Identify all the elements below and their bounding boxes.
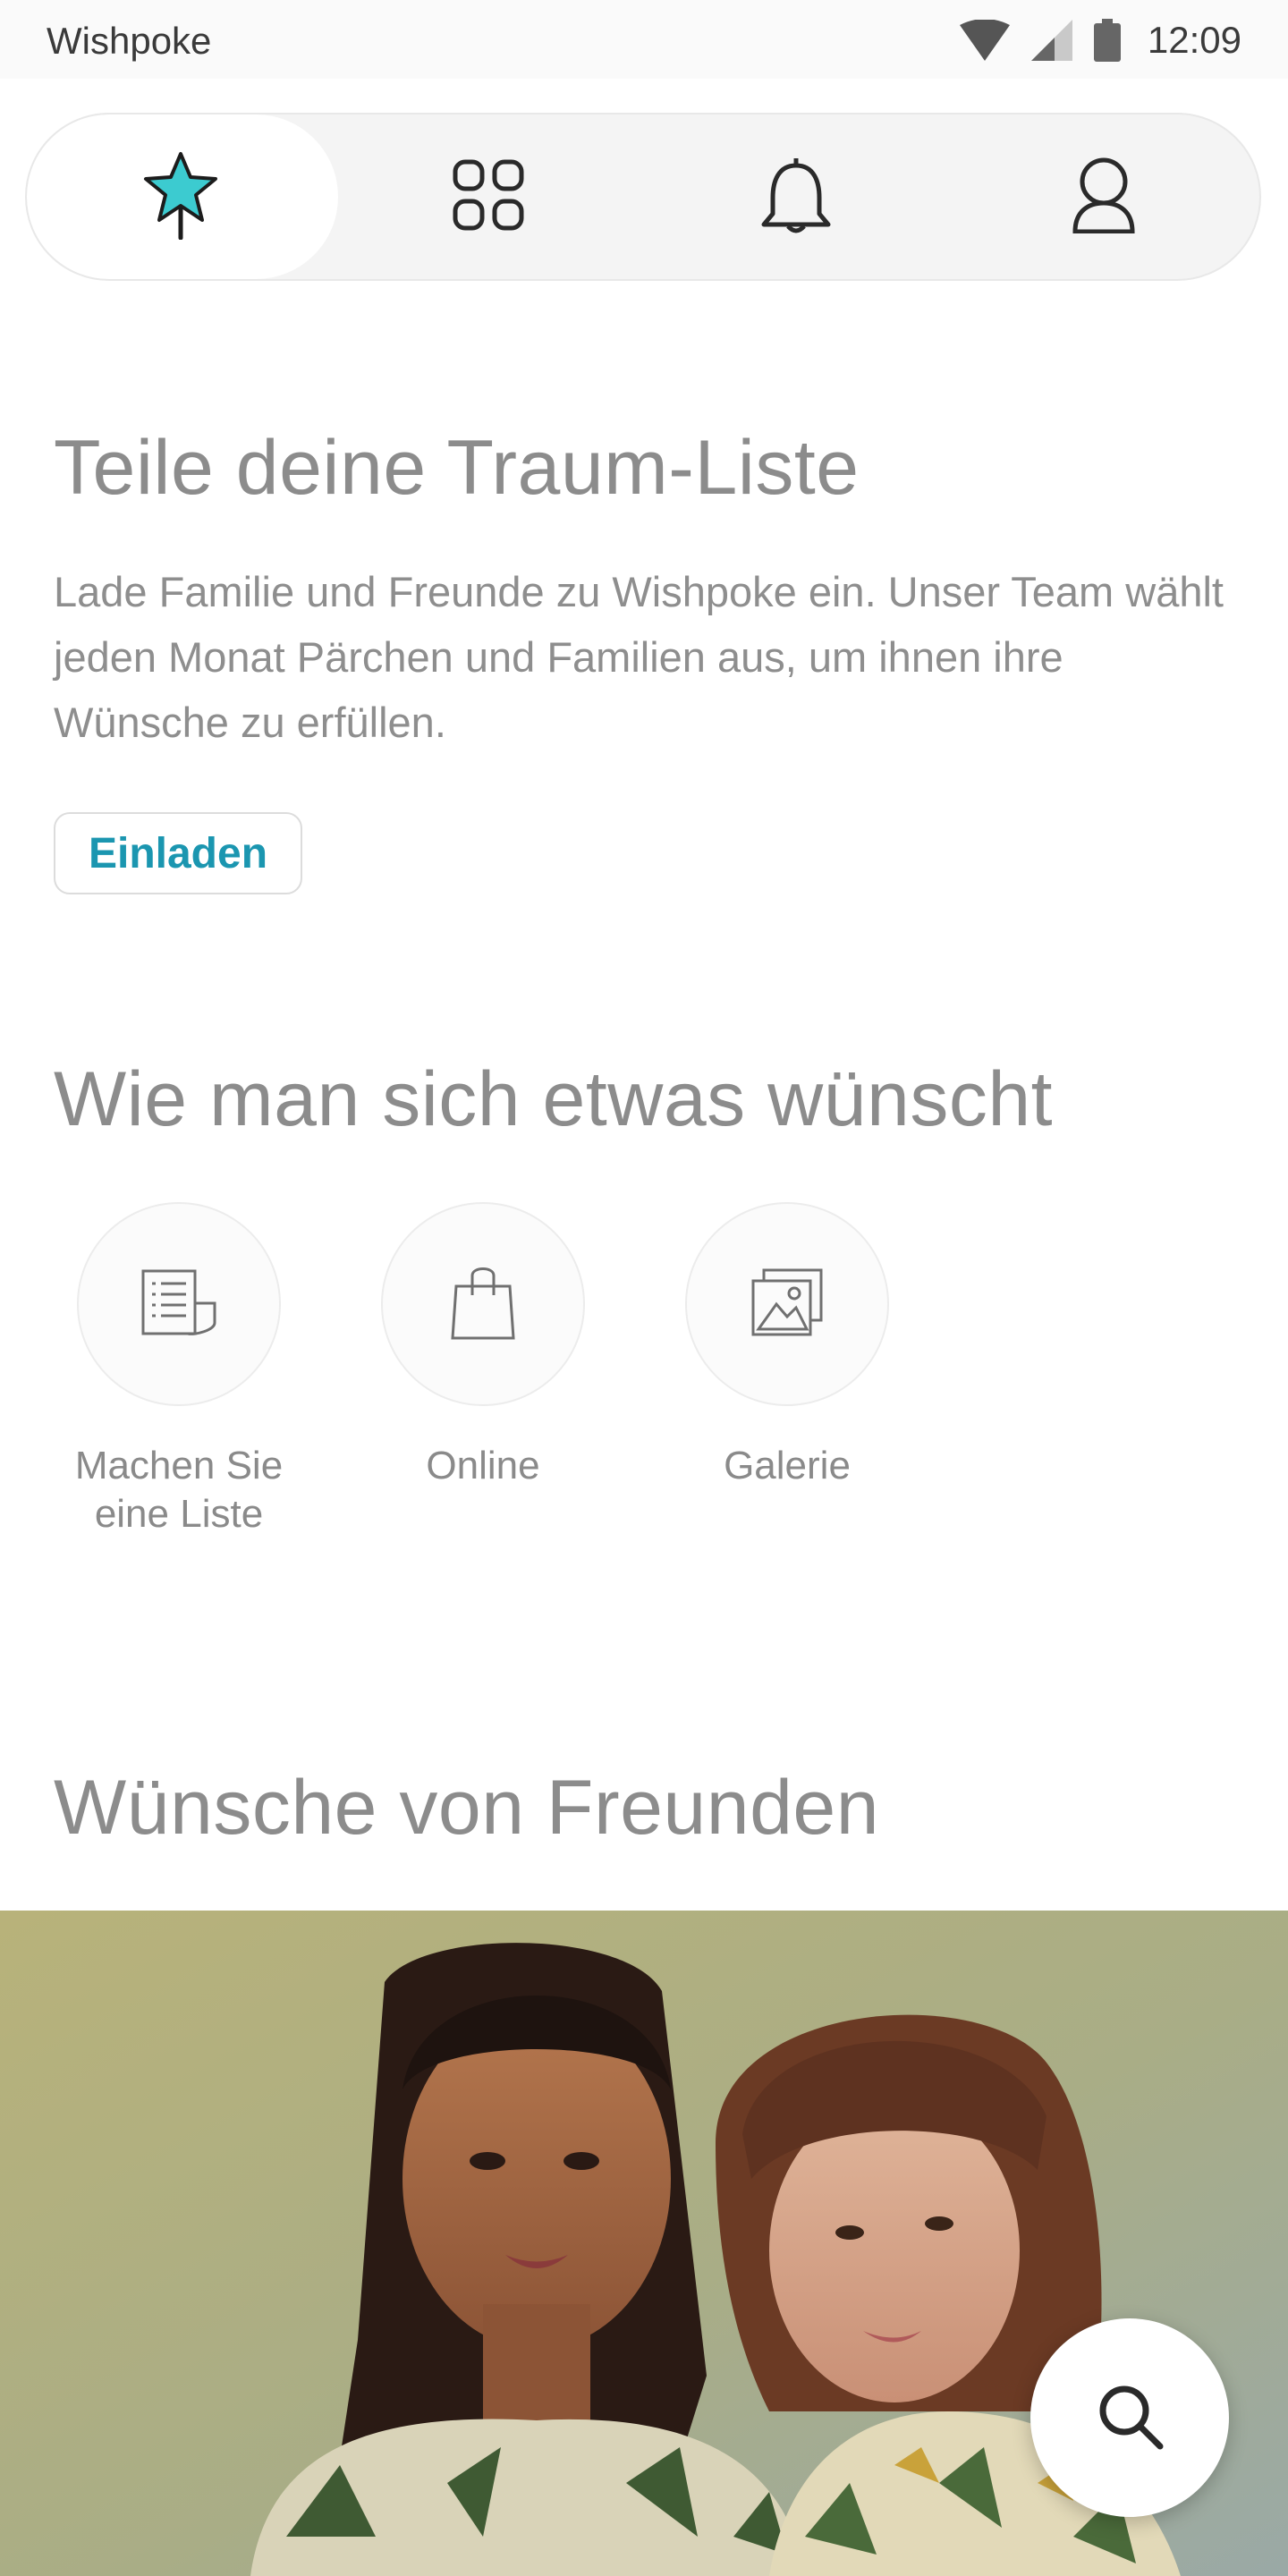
howto-label: Machen Sie eine Liste: [74, 1444, 284, 1536]
list-scroll-icon: [140, 1267, 218, 1342]
howto-item-online[interactable]: Online: [349, 1202, 617, 1490]
star-wand-icon: [140, 150, 221, 244]
howto-label: Online: [426, 1444, 540, 1487]
grid-icon: [452, 158, 525, 236]
gallery-icon: [751, 1268, 823, 1341]
tab-wishes[interactable]: [27, 114, 335, 279]
status-icons: 12:09: [938, 18, 1241, 63]
tab-categories[interactable]: [335, 114, 642, 279]
shopping-bag-icon: [451, 1265, 515, 1344]
cell-signal-icon: [1030, 20, 1072, 61]
howto-item-list[interactable]: Machen Sie eine Liste: [45, 1202, 313, 1538]
status-bar: Wishpoke 12:09: [0, 0, 1288, 79]
howto-circle: [381, 1202, 585, 1406]
search-button[interactable]: [1030, 2318, 1229, 2517]
friends-title: Wünsche von Freunden: [54, 1765, 880, 1851]
howto-title: Wie man sich etwas wünscht: [54, 1056, 1054, 1142]
tab-profile[interactable]: [950, 114, 1258, 279]
howto-item-gallery[interactable]: Galerie: [653, 1202, 921, 1490]
bell-icon: [760, 155, 832, 240]
howto-circle: [77, 1202, 281, 1406]
tab-notifications[interactable]: [642, 114, 950, 279]
share-description: Lade Familie und Freunde zu Wishpoke ein…: [54, 568, 1224, 746]
search-icon: [1094, 2380, 1165, 2456]
share-title: Teile deine Traum-Liste: [54, 425, 860, 511]
battery-icon: [1093, 19, 1121, 62]
howto-label: Galerie: [724, 1444, 851, 1487]
user-icon: [1072, 157, 1136, 238]
status-app-name: Wishpoke: [47, 20, 212, 62]
top-nav: [25, 113, 1261, 281]
wifi-icon: [959, 20, 1010, 61]
invite-button[interactable]: Einladen: [54, 812, 302, 894]
howto-circle: [685, 1202, 889, 1406]
status-time: 12:09: [1147, 19, 1241, 61]
